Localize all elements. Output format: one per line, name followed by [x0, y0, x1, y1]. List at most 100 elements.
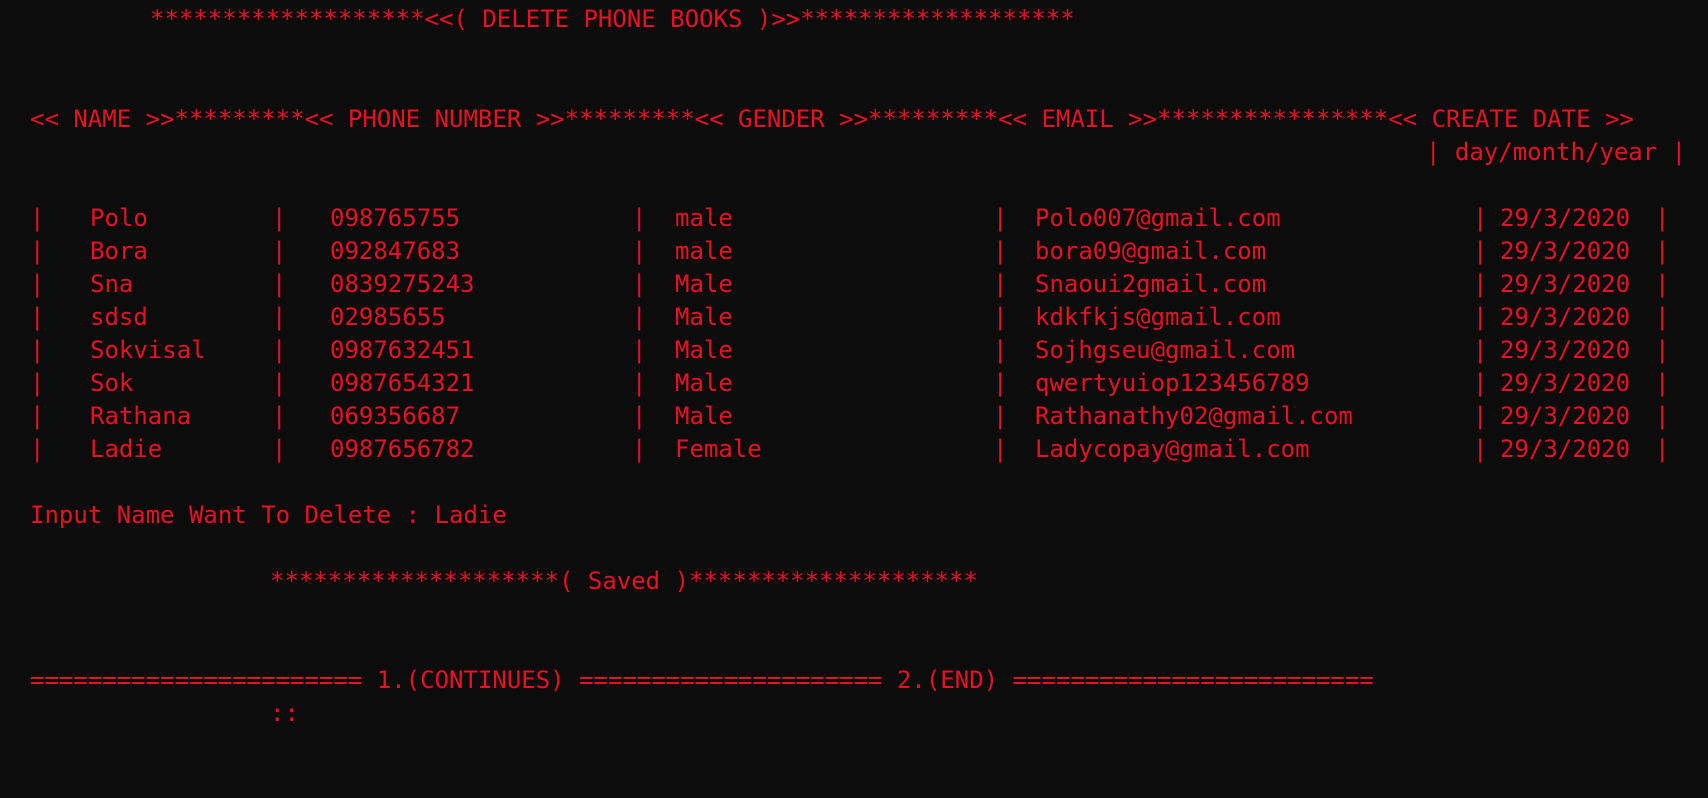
page-title: *******************<<( DELETE PHONE BOOK…	[150, 5, 1075, 33]
cell-phone: 02985655	[330, 303, 446, 331]
column-separator: |	[1473, 204, 1488, 232]
column-separator: |	[30, 303, 45, 331]
cell-phone: 0987656782	[330, 435, 475, 463]
delete-name-input[interactable]: Ladie	[435, 501, 507, 529]
cell-email: bora09@gmail.com	[1035, 237, 1267, 265]
cell-gender: Male	[675, 336, 733, 364]
column-separator: |	[272, 336, 287, 364]
cell-name: sdsd	[90, 303, 148, 331]
menu-choice-input[interactable]: ::	[270, 697, 299, 730]
cell-email: Sojhgseu@gmail.com	[1035, 336, 1296, 364]
column-separator: |	[1655, 336, 1670, 364]
cell-date: 29/3/2020	[1500, 270, 1631, 298]
column-separator: |	[30, 336, 45, 364]
cell-name: Sok	[90, 369, 134, 397]
cell-phone: 0839275243	[330, 270, 475, 298]
cell-gender: male	[675, 204, 733, 232]
table-row: | sdsd | 02985655 | Male | kdkfkjs@gmail.com | 29…	[0, 301, 1708, 334]
cell-name: Bora	[90, 237, 148, 265]
column-separator: |	[30, 237, 45, 265]
column-separator: |	[272, 369, 287, 397]
cell-phone: 0987654321	[330, 369, 475, 397]
column-separator: |	[1655, 369, 1670, 397]
menu-options: ======================= 1.(CONTINUES) ==…	[30, 666, 1374, 694]
column-separator: |	[1655, 435, 1670, 463]
cell-gender: Male	[675, 303, 733, 331]
delete-prompt: Input Name Want To Delete : Ladie	[30, 499, 507, 532]
column-separator: |	[632, 402, 647, 430]
cell-phone: 069356687	[330, 402, 461, 430]
cell-date: 29/3/2020	[1500, 435, 1631, 463]
cell-phone: 092847683	[330, 237, 461, 265]
column-separator: |	[30, 204, 45, 232]
column-separator: |	[1473, 303, 1488, 331]
table-row: | Sna | 0839275243 | Male | Snaoui2gmail.com | 29…	[0, 268, 1708, 301]
cell-date: 29/3/2020	[1500, 237, 1631, 265]
cell-gender: male	[675, 237, 733, 265]
column-separator: |	[1655, 303, 1670, 331]
column-separator: |	[30, 270, 45, 298]
cell-gender: Male	[675, 270, 733, 298]
cell-name: Sna	[90, 270, 134, 298]
column-separator: |	[1473, 402, 1488, 430]
delete-prompt-label: Input Name Want To Delete :	[30, 501, 435, 529]
column-separator: |	[632, 369, 647, 397]
cell-date: 29/3/2020	[1500, 303, 1631, 331]
cell-gender: Male	[675, 402, 733, 430]
cell-name: Rathana	[90, 402, 192, 430]
column-separator: |	[30, 435, 45, 463]
cell-email: Snaoui2gmail.com	[1035, 270, 1267, 298]
column-separator: |	[272, 237, 287, 265]
column-separator: |	[993, 369, 1008, 397]
column-separator: |	[30, 402, 45, 430]
column-separator: |	[1473, 435, 1488, 463]
column-separator: |	[30, 369, 45, 397]
cell-email: qwertyuiop123456789	[1035, 369, 1310, 397]
column-separator: |	[632, 237, 647, 265]
date-format-header: | day/month/year |	[1426, 138, 1687, 166]
table-row: | Rathana | 069356687 | Male | Rathanathy02@gma…	[0, 400, 1708, 433]
column-separator: |	[993, 336, 1008, 364]
column-separator: |	[632, 204, 647, 232]
column-separator: |	[272, 303, 287, 331]
cell-date: 29/3/2020	[1500, 369, 1631, 397]
cell-date: 29/3/2020	[1500, 336, 1631, 364]
column-separator: |	[272, 270, 287, 298]
cell-phone: 098765755	[330, 204, 461, 232]
table-row: | Polo | 098765755 | male | Polo007@gmail.com | 2…	[0, 202, 1708, 235]
console-window: *******************<<( DELETE PHONE BOOK…	[0, 0, 1708, 798]
table-row: | Ladie | 0987656782 | Female | Ladycopay@gmail…	[0, 433, 1708, 466]
cell-email: Ladycopay@gmail.com	[1035, 435, 1310, 463]
column-separator: |	[993, 237, 1008, 265]
column-separator: |	[272, 435, 287, 463]
cell-name: Sokvisal	[90, 336, 206, 364]
column-separator: |	[632, 336, 647, 364]
column-separator: |	[993, 204, 1008, 232]
cell-gender: Female	[675, 435, 762, 463]
cell-email: kdkfkjs@gmail.com	[1035, 303, 1281, 331]
cell-date: 29/3/2020	[1500, 402, 1631, 430]
cell-name: Polo	[90, 204, 148, 232]
table-row: | Bora | 092847683 | male | bora09@gmail.com | 29…	[0, 235, 1708, 268]
table-row: | Sokvisal | 0987632451 | Male | Sojhgseu@gmail…	[0, 334, 1708, 367]
column-separator: |	[632, 435, 647, 463]
column-separator: |	[1473, 336, 1488, 364]
cell-email: Rathanathy02@gmail.com	[1035, 402, 1353, 430]
column-separator: |	[272, 204, 287, 232]
table-row: | Sok | 0987654321 | Male | qwertyuiop123456789…	[0, 367, 1708, 400]
column-separator: |	[1473, 369, 1488, 397]
saved-message: ********************( Saved )***********…	[270, 567, 979, 595]
cell-gender: Male	[675, 369, 733, 397]
column-separator: |	[632, 303, 647, 331]
column-separator: |	[1655, 402, 1670, 430]
cell-phone: 0987632451	[330, 336, 475, 364]
cell-name: Ladie	[90, 435, 163, 463]
column-separator: |	[272, 402, 287, 430]
column-separator: |	[1473, 270, 1488, 298]
cell-date: 29/3/2020	[1500, 204, 1631, 232]
column-separator: |	[993, 402, 1008, 430]
column-separator: |	[1473, 237, 1488, 265]
column-separator: |	[993, 435, 1008, 463]
cell-email: Polo007@gmail.com	[1035, 204, 1281, 232]
column-separator: |	[993, 303, 1008, 331]
